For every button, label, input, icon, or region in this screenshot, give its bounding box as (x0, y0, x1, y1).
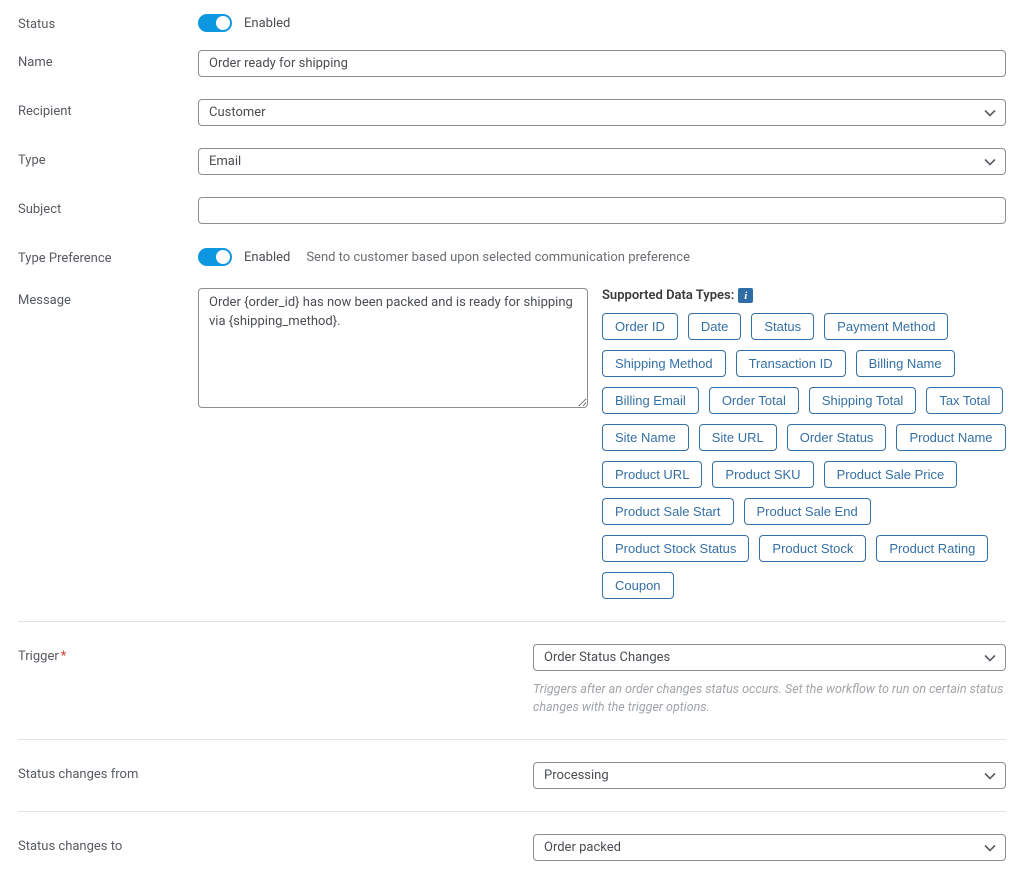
data-type-tag[interactable]: Product Sale Price (824, 461, 958, 488)
recipient-label: Recipient (18, 99, 198, 119)
data-type-tag[interactable]: Tax Total (926, 387, 1003, 414)
data-type-tag[interactable]: Product URL (602, 461, 702, 488)
trigger-select[interactable]: Order Status Changes (533, 644, 1006, 671)
data-type-tag[interactable]: Billing Name (856, 350, 955, 377)
supported-data-types-title: Supported Data Types: (602, 288, 734, 303)
data-type-tag[interactable]: Transaction ID (736, 350, 846, 377)
data-type-tag[interactable]: Billing Email (602, 387, 699, 414)
info-icon[interactable]: i (738, 288, 753, 303)
data-type-tag[interactable]: Product SKU (712, 461, 813, 488)
data-type-tag[interactable]: Product Rating (876, 535, 988, 562)
trigger-help: Triggers after an order changes status o… (533, 681, 1006, 717)
type-label: Type (18, 148, 198, 168)
status-toggle[interactable] (198, 14, 232, 32)
data-type-tag[interactable]: Order Total (709, 387, 799, 414)
data-type-tag[interactable]: Shipping Total (809, 387, 916, 414)
message-textarea[interactable] (198, 288, 588, 408)
message-label: Message (18, 288, 198, 308)
name-label: Name (18, 50, 198, 70)
type-pref-toggle-text: Enabled (244, 250, 290, 265)
data-type-tag[interactable]: Payment Method (824, 313, 948, 340)
data-type-tag[interactable]: Coupon (602, 572, 674, 599)
type-pref-toggle[interactable] (198, 248, 232, 266)
data-type-tag[interactable]: Site Name (602, 424, 689, 451)
data-type-tags: Order ID Date Status Payment Method Shipping… (602, 313, 1006, 599)
trigger-label: Trigger* (18, 644, 533, 717)
status-from-select[interactable]: Processing (533, 762, 1006, 789)
name-input[interactable] (198, 50, 1006, 77)
subject-label: Subject (18, 197, 198, 217)
data-type-tag[interactable]: Product Stock (759, 535, 866, 562)
status-from-label: Status changes from (18, 762, 533, 789)
data-type-tag[interactable]: Order ID (602, 313, 678, 340)
type-pref-label: Type Preference (18, 246, 198, 266)
data-type-tag[interactable]: Order Status (787, 424, 887, 451)
status-toggle-text: Enabled (244, 16, 290, 31)
type-select[interactable]: Email (198, 148, 1006, 175)
subject-input[interactable] (198, 197, 1006, 224)
data-type-tag[interactable]: Site URL (699, 424, 777, 451)
data-type-tag[interactable]: Product Name (896, 424, 1005, 451)
data-type-tag[interactable]: Shipping Method (602, 350, 726, 377)
recipient-select[interactable]: Customer (198, 99, 1006, 126)
data-type-tag[interactable]: Product Sale End (744, 498, 871, 525)
data-type-tag[interactable]: Product Sale Start (602, 498, 734, 525)
status-label: Status (18, 12, 198, 32)
data-type-tag[interactable]: Status (751, 313, 814, 340)
data-type-tag[interactable]: Date (688, 313, 741, 340)
data-type-tag[interactable]: Product Stock Status (602, 535, 749, 562)
type-pref-help: Send to customer based upon selected com… (306, 250, 690, 265)
status-to-select[interactable]: Order packed (533, 834, 1006, 861)
status-to-label: Status changes to (18, 834, 533, 861)
